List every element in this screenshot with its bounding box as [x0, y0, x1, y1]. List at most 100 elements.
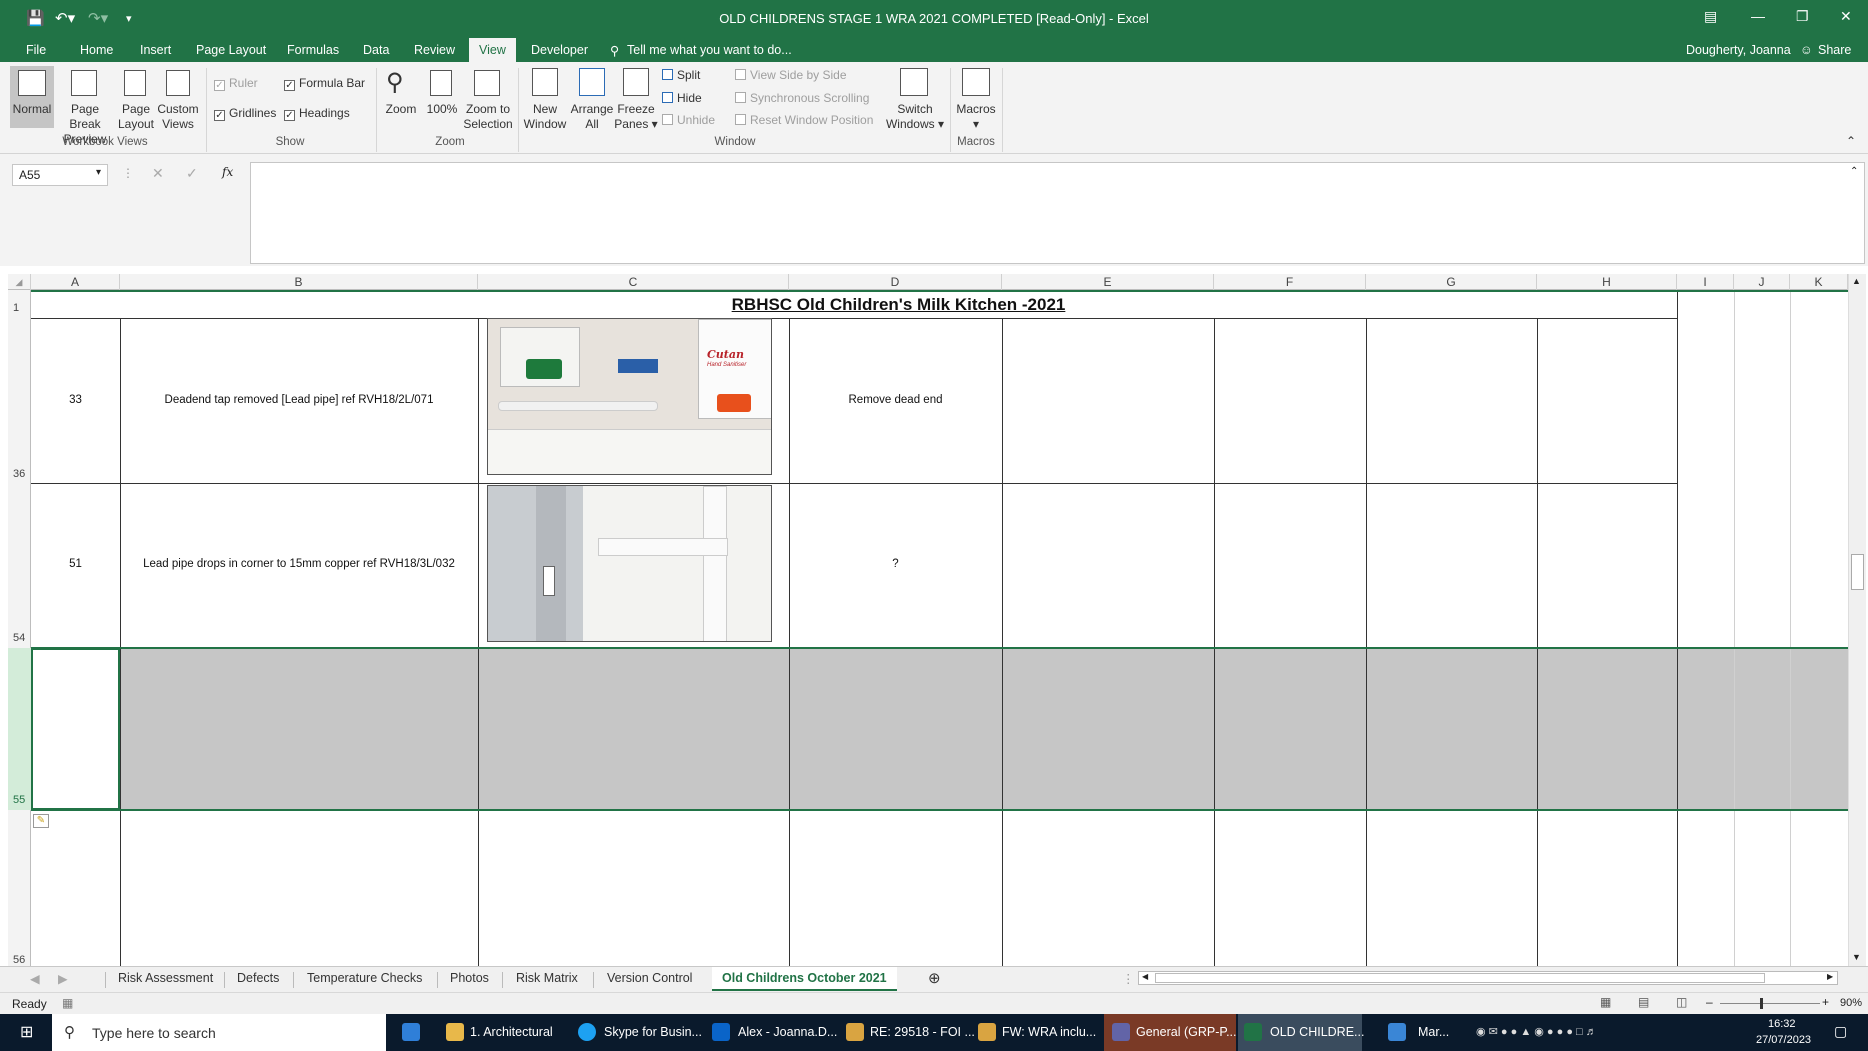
row-header-54[interactable]: 54 — [8, 632, 31, 644]
paste-options-icon[interactable]: ✎ — [33, 814, 49, 828]
formula-bar-checkbox[interactable]: ✓ Formula Bar — [284, 76, 365, 91]
row-header-55[interactable]: 55 — [8, 794, 31, 806]
app-icon[interactable] — [1388, 1023, 1406, 1041]
file-explorer-icon[interactable] — [446, 1023, 464, 1041]
tab-file[interactable]: File — [26, 43, 46, 57]
windows-start-icon[interactable]: ⊞ — [20, 1022, 33, 1042]
restore-button[interactable]: ❐ — [1796, 8, 1809, 25]
insert-function-icon[interactable]: fx — [222, 165, 233, 179]
clock-time[interactable]: 16:32 — [1768, 1018, 1796, 1030]
tab-developer[interactable]: Developer — [531, 43, 588, 57]
sheet-tab-old-childrens-october-2021[interactable]: Old Childrens October 2021 — [712, 967, 897, 991]
taskbar-item-alex[interactable]: Alex - Joanna.D... — [738, 1025, 837, 1039]
gridlines-checkbox[interactable]: ✓ Gridlines — [214, 106, 276, 121]
col-header-c[interactable]: C — [478, 274, 789, 290]
macros-dropdown-icon[interactable]: ▾ — [970, 117, 982, 132]
share-icon[interactable]: ☺ — [1800, 43, 1813, 57]
scroll-thumb[interactable] — [1851, 554, 1864, 590]
tell-me-box[interactable]: Tell me what you want to do... — [627, 43, 792, 57]
macro-record-icon[interactable]: ▦ — [62, 996, 73, 1010]
sheet-tab-version-control[interactable]: Version Control — [607, 971, 692, 985]
taskbar-item-mar[interactable]: Mar... — [1418, 1025, 1449, 1039]
col-header-j[interactable]: J — [1734, 274, 1790, 290]
tab-review[interactable]: Review — [414, 43, 455, 57]
page-layout-status-icon[interactable]: ▤ — [1638, 995, 1649, 1009]
select-all-corner[interactable]: ◢ — [8, 274, 31, 290]
worksheet-grid[interactable]: RBHSC Old Children's Milk Kitchen -2021 … — [31, 290, 1848, 966]
sheet-tab-risk-matrix[interactable]: Risk Matrix — [516, 971, 578, 985]
zoom-slider[interactable] — [1720, 1003, 1820, 1004]
system-tray-icons[interactable]: ◉ ✉ ● ● ▲ ◉ ● ● ● □ ♬ — [1476, 1025, 1597, 1038]
sheet-tab-photos[interactable]: Photos — [450, 971, 489, 985]
tap-photo[interactable]: Cutan Hand Sanitiser — [487, 318, 772, 475]
scroll-up-icon[interactable]: ▲ — [1852, 276, 1861, 286]
macros-button[interactable]: Macros — [952, 102, 1000, 117]
zoom-slider-thumb[interactable] — [1760, 998, 1763, 1009]
col-header-f[interactable]: F — [1214, 274, 1366, 290]
taskbar-item-wra[interactable]: FW: WRA inclu... — [1002, 1025, 1096, 1039]
collapse-ribbon-icon[interactable]: ⌃ — [1846, 134, 1856, 149]
selected-cell-a55[interactable] — [31, 648, 120, 810]
col-header-d[interactable]: D — [789, 274, 1002, 290]
sheet-title[interactable]: RBHSC Old Children's Milk Kitchen -2021 — [120, 295, 1677, 315]
col-header-b[interactable]: B — [120, 274, 478, 290]
synchronous-scrolling-button[interactable]: Synchronous Scrolling — [735, 91, 869, 106]
name-box[interactable]: A55 — [12, 164, 108, 186]
cell-a36[interactable]: 33 — [31, 394, 120, 406]
sheet-tab-temperature-checks[interactable]: Temperature Checks — [307, 971, 422, 985]
cancel-icon[interactable]: ✕ — [152, 165, 164, 182]
notifications-icon[interactable]: ▢ — [1834, 1023, 1847, 1040]
col-header-i[interactable]: I — [1677, 274, 1734, 290]
headings-checkbox[interactable]: ✓ Headings — [284, 106, 350, 121]
taskbar-item-excel[interactable]: OLD CHILDRE... — [1270, 1025, 1364, 1039]
zoom-level[interactable]: 90% — [1840, 997, 1862, 1009]
h-scroll-thumb[interactable] — [1155, 973, 1765, 983]
close-button[interactable]: ✕ — [1840, 8, 1852, 25]
cell-a54[interactable]: 51 — [31, 558, 120, 570]
reset-window-position-button[interactable]: Reset Window Position — [735, 113, 873, 128]
tab-page-layout[interactable]: Page Layout — [196, 43, 266, 57]
freeze-panes-button[interactable]: Freeze Panes ▾ — [614, 102, 658, 132]
col-header-e[interactable]: E — [1002, 274, 1214, 290]
scroll-right-icon[interactable]: ▶ — [1827, 972, 1833, 981]
tab-formulas[interactable]: Formulas — [287, 43, 339, 57]
tab-view[interactable]: View — [469, 38, 516, 62]
zoom-100-button[interactable]: 100% — [424, 102, 460, 117]
zoom-in-icon[interactable]: + — [1822, 995, 1829, 1009]
tab-home[interactable]: Home — [80, 43, 113, 57]
cell-b36[interactable]: Deadend tap removed [Lead pipe] ref RVH1… — [120, 394, 478, 406]
custom-views-button[interactable]: Custom Views — [156, 102, 200, 132]
page-layout-button[interactable]: Page Layout — [117, 102, 155, 132]
taskbar-item-skype[interactable]: Skype for Busin... — [604, 1025, 702, 1039]
unhide-button[interactable]: Unhide — [662, 113, 715, 128]
outlook-icon[interactable] — [712, 1023, 730, 1041]
lead-pipe-photo[interactable] — [487, 485, 772, 642]
zoom-out-icon[interactable]: – — [1706, 995, 1713, 1009]
page-break-status-icon[interactable]: ◫ — [1676, 995, 1687, 1009]
excel-icon[interactable] — [1244, 1023, 1262, 1041]
clock-date[interactable]: 27/07/2023 — [1756, 1034, 1811, 1046]
expand-formula-bar-icon[interactable]: ⌃ — [1850, 166, 1858, 177]
prev-sheet-icon[interactable]: ◀ — [30, 971, 40, 986]
user-name[interactable]: Dougherty, Joanna — [1686, 43, 1791, 57]
ruler-checkbox[interactable]: ✓ Ruler — [214, 76, 258, 91]
tab-data[interactable]: Data — [363, 43, 389, 57]
arrange-all-button[interactable]: Arrange All — [568, 102, 616, 132]
tab-insert[interactable]: Insert — [140, 43, 171, 57]
cell-d54[interactable]: ? — [789, 558, 1002, 570]
formula-input[interactable] — [250, 162, 1865, 264]
taskbar-search[interactable]: ⚲ Type here to search — [52, 1014, 386, 1051]
scroll-down-icon[interactable]: ▼ — [1852, 952, 1861, 962]
enter-icon[interactable]: ✓ — [186, 165, 198, 182]
share-button[interactable]: Share — [1818, 43, 1851, 57]
new-window-button[interactable]: New Window — [522, 102, 568, 132]
zoom-button[interactable]: Zoom — [380, 102, 422, 117]
vertical-scrollbar[interactable]: ▲ ▼ — [1848, 274, 1866, 966]
taskbar-item-foi[interactable]: RE: 29518 - FOI ... — [870, 1025, 975, 1039]
col-header-h[interactable]: H — [1537, 274, 1677, 290]
scroll-left-icon[interactable]: ◀ — [1142, 972, 1148, 981]
hide-button[interactable]: Hide — [662, 91, 702, 106]
taskbar-item-architectural[interactable]: 1. Architectural — [470, 1025, 553, 1039]
col-header-g[interactable]: G — [1366, 274, 1537, 290]
new-sheet-icon[interactable]: ⊕ — [928, 969, 941, 987]
